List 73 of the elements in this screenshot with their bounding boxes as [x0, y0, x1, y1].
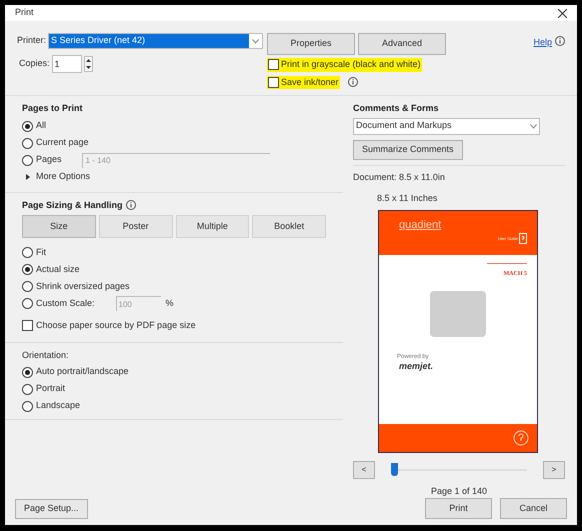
radio-label: Shrink oversized pages	[36, 280, 130, 293]
pages-field[interactable]: 1 - 140	[82, 152, 270, 168]
subtitle-line	[487, 262, 527, 264]
copies-label: Copies:	[19, 57, 50, 70]
arrow-down-icon[interactable]	[86, 66, 91, 69]
photo-placeholder	[430, 290, 486, 336]
radio-button[interactable]	[22, 384, 33, 394]
sizing-tab[interactable]: Size	[22, 215, 96, 238]
chevron-down-icon	[252, 38, 260, 44]
radio-button[interactable]	[22, 298, 33, 309]
radio-label: Landscape	[36, 399, 80, 412]
radio-label: Portrait	[36, 382, 66, 396]
chevron-down-icon	[530, 124, 537, 128]
checkbox[interactable]	[268, 76, 279, 88]
radio-button[interactable]	[22, 400, 33, 412]
spinner-control[interactable]	[84, 56, 93, 72]
book-icon	[519, 233, 527, 244]
window-title: Print	[15, 6, 34, 20]
previous-page-button[interactable]: <	[353, 460, 375, 478]
summarize-button[interactable]: Summarize Comments	[353, 140, 463, 160]
arrow-up-icon[interactable]	[86, 59, 91, 62]
printer-dropdown[interactable]: S Series Driver (net 42)	[48, 33, 264, 49]
radio-button[interactable]	[22, 120, 33, 132]
radio-label: Pages	[36, 153, 62, 166]
partner-logo-text: memjet.	[399, 362, 434, 370]
radio-label: All	[36, 119, 46, 132]
help-circle-icon	[513, 430, 529, 446]
dialog-button[interactable]: Properties	[267, 33, 355, 55]
cancel-button[interactable]: Cancel	[500, 498, 567, 519]
radio-label: Fit	[36, 246, 46, 259]
info-icon[interactable]	[348, 77, 358, 88]
page-setup-button[interactable]: Page Setup...	[15, 498, 88, 518]
info-icon[interactable]	[126, 200, 136, 210]
radio-label: Custom Scale:	[36, 296, 95, 310]
close-icon[interactable]	[558, 8, 567, 18]
info-icon[interactable]	[555, 36, 565, 46]
radio-label: Actual size	[36, 262, 80, 276]
section-heading: Orientation:	[22, 349, 70, 362]
radio-button[interactable]	[22, 281, 33, 292]
sizing-tab[interactable]: Booklet	[252, 215, 326, 238]
sizing-tab[interactable]: Multiple	[176, 215, 250, 238]
radio-label: Current page	[36, 136, 89, 150]
more-options-toggle[interactable]: More Options	[36, 170, 90, 184]
checkbox-label: Choose paper source by PDF page size	[36, 318, 196, 332]
brand-text: quadient	[399, 218, 442, 232]
next-page-button[interactable]: >	[543, 460, 565, 478]
percent-label: %	[166, 296, 174, 310]
radio-button[interactable]	[22, 366, 33, 378]
section-heading: Comments & Forms	[353, 102, 440, 115]
slider-thumb[interactable]	[391, 463, 398, 476]
document-size: Document: 8.5 x 11.0in	[353, 170, 446, 184]
help-link[interactable]: Help	[533, 36, 552, 50]
section-heading: Page Sizing & Handling	[22, 198, 123, 212]
copies-field[interactable]: 1	[52, 55, 82, 73]
radio-button[interactable]	[22, 247, 33, 258]
comments-dropdown[interactable]: Document and Markups	[353, 118, 540, 134]
page-indicator: Page 1 of 140	[430, 484, 488, 498]
print-button[interactable]: Print	[425, 498, 492, 519]
radio-label: Auto portrait/landscape	[36, 365, 129, 378]
page-slider[interactable]	[391, 463, 527, 476]
radio-button[interactable]	[22, 138, 33, 148]
scale-field[interactable]: 100	[116, 296, 161, 311]
expand-arrow-icon[interactable]	[26, 174, 30, 180]
printer-label: Printer:	[17, 34, 46, 48]
section-heading: Pages to Print	[22, 102, 84, 115]
preview-size: 8.5 x 11 Inches	[377, 192, 438, 205]
checkbox[interactable]	[268, 59, 279, 70]
sizing-tab[interactable]: Poster	[98, 215, 172, 238]
radio-button[interactable]	[22, 154, 33, 166]
checkbox[interactable]	[22, 320, 33, 331]
radio-button[interactable]	[22, 264, 33, 275]
option-label: Print in grayscale (black and white)	[281, 58, 421, 72]
dialog-button[interactable]: Advanced	[358, 33, 446, 55]
